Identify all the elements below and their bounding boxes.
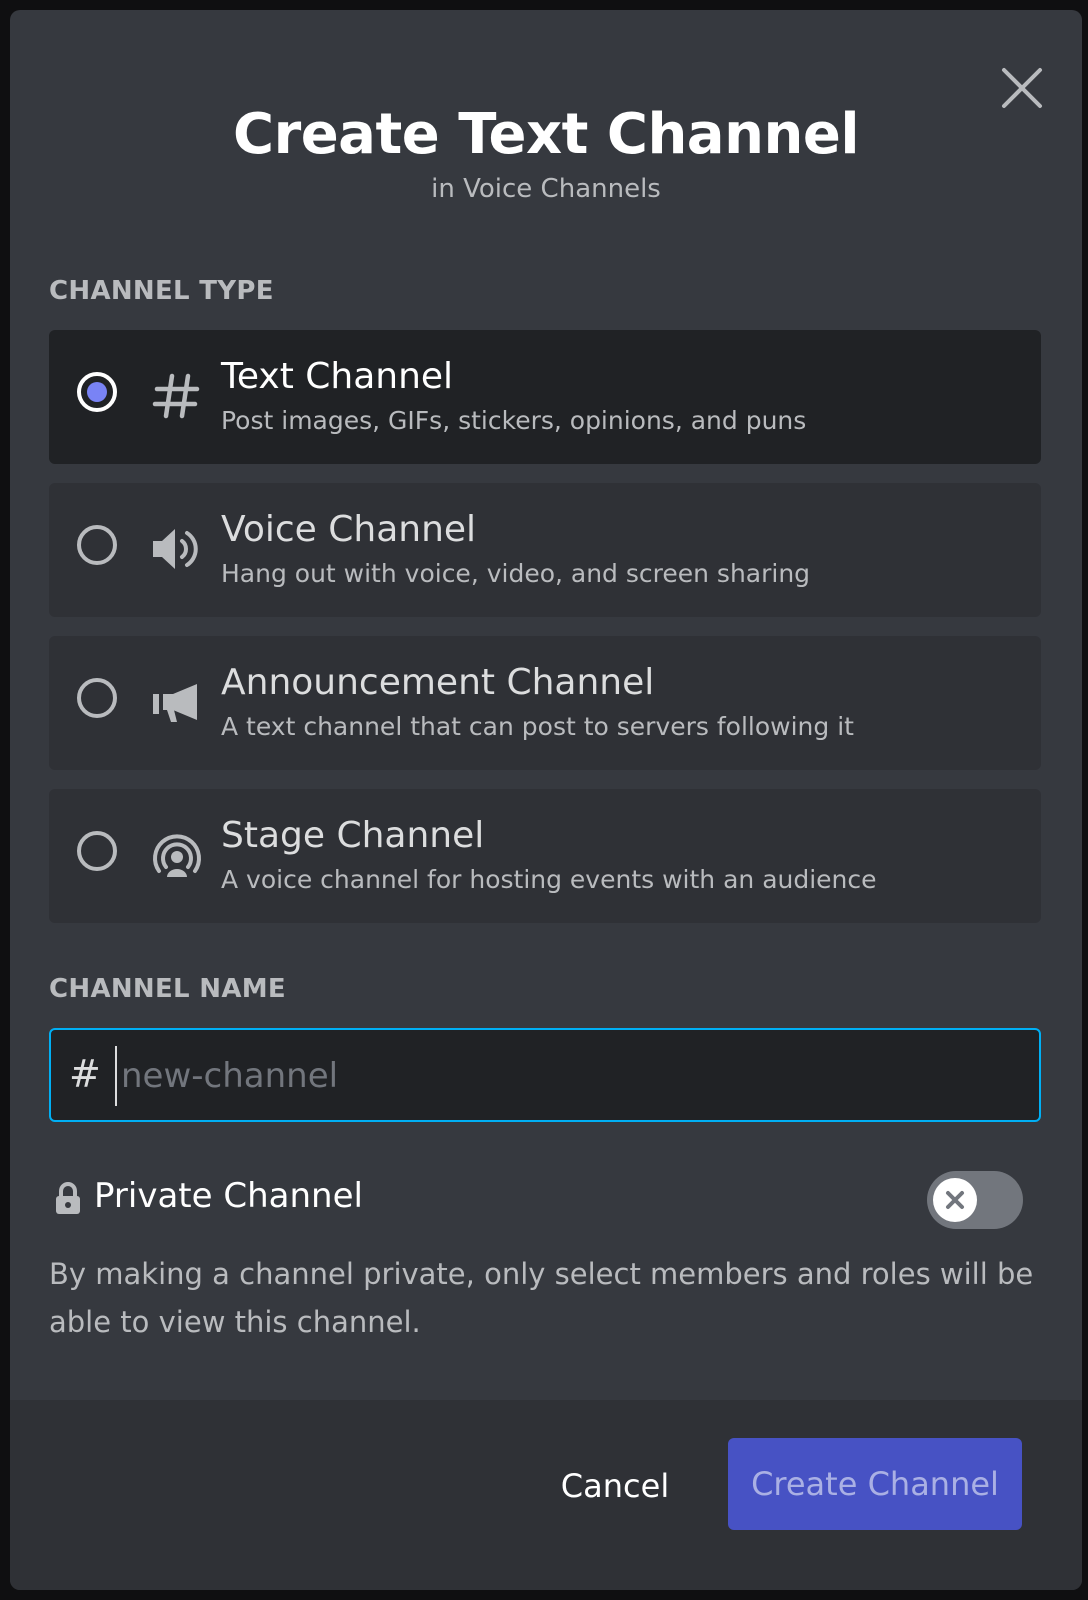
channel-type-option-announcement[interactable]: Announcement Channel A text channel that… (49, 636, 1041, 770)
channel-type-label: CHANNEL TYPE (49, 276, 274, 306)
modal-subtitle: in Voice Channels (431, 174, 661, 204)
channel-type-description: Post images, GIFs, stickers, opinions, a… (221, 406, 807, 435)
speaker-icon (149, 521, 205, 577)
radio-button[interactable] (77, 372, 117, 412)
radio-button[interactable] (77, 831, 117, 871)
private-channel-toggle[interactable] (927, 1171, 1023, 1229)
channel-name-input[interactable] (115, 1046, 1023, 1106)
channel-type-description: A text channel that can post to servers … (221, 712, 854, 741)
channel-type-description: A voice channel for hosting events with … (221, 865, 877, 894)
channel-type-name: Stage Channel (221, 815, 485, 856)
create-channel-modal: Create Text Channel in Voice Channels CH… (10, 10, 1082, 1590)
modal-title: Create Text Channel (232, 102, 860, 167)
private-channel-note: By making a channel private, only select… (49, 1257, 1034, 1339)
channel-type-name: Text Channel (221, 356, 454, 397)
private-channel-label: Private Channel (94, 1176, 363, 1216)
hash-icon (149, 368, 205, 424)
channel-name-field[interactable]: # (49, 1028, 1041, 1122)
lock-icon (56, 1182, 80, 1214)
channel-name-label: CHANNEL NAME (49, 974, 286, 1004)
channel-type-name: Announcement Channel (221, 662, 655, 703)
channel-type-option-text[interactable]: Text Channel Post images, GIFs, stickers… (49, 330, 1041, 464)
channel-type-name: Voice Channel (221, 509, 477, 550)
channel-name-prefix: # (69, 1052, 101, 1096)
channel-type-option-stage[interactable]: Stage Channel A voice channel for hostin… (49, 789, 1041, 923)
x-icon (946, 1191, 964, 1209)
stage-icon (149, 827, 205, 883)
toggle-knob (933, 1178, 977, 1222)
create-channel-button[interactable]: Create Channel (728, 1438, 1022, 1530)
radio-button[interactable] (77, 678, 117, 718)
channel-type-description: Hang out with voice, video, and screen s… (221, 559, 811, 588)
radio-selected-dot (87, 382, 107, 402)
cancel-button[interactable]: Cancel (550, 1452, 680, 1520)
megaphone-icon (149, 674, 205, 730)
radio-button[interactable] (77, 525, 117, 565)
modal-footer: Cancel Create Channel (10, 1400, 1082, 1590)
channel-type-option-voice[interactable]: Voice Channel Hang out with voice, video… (49, 483, 1041, 617)
